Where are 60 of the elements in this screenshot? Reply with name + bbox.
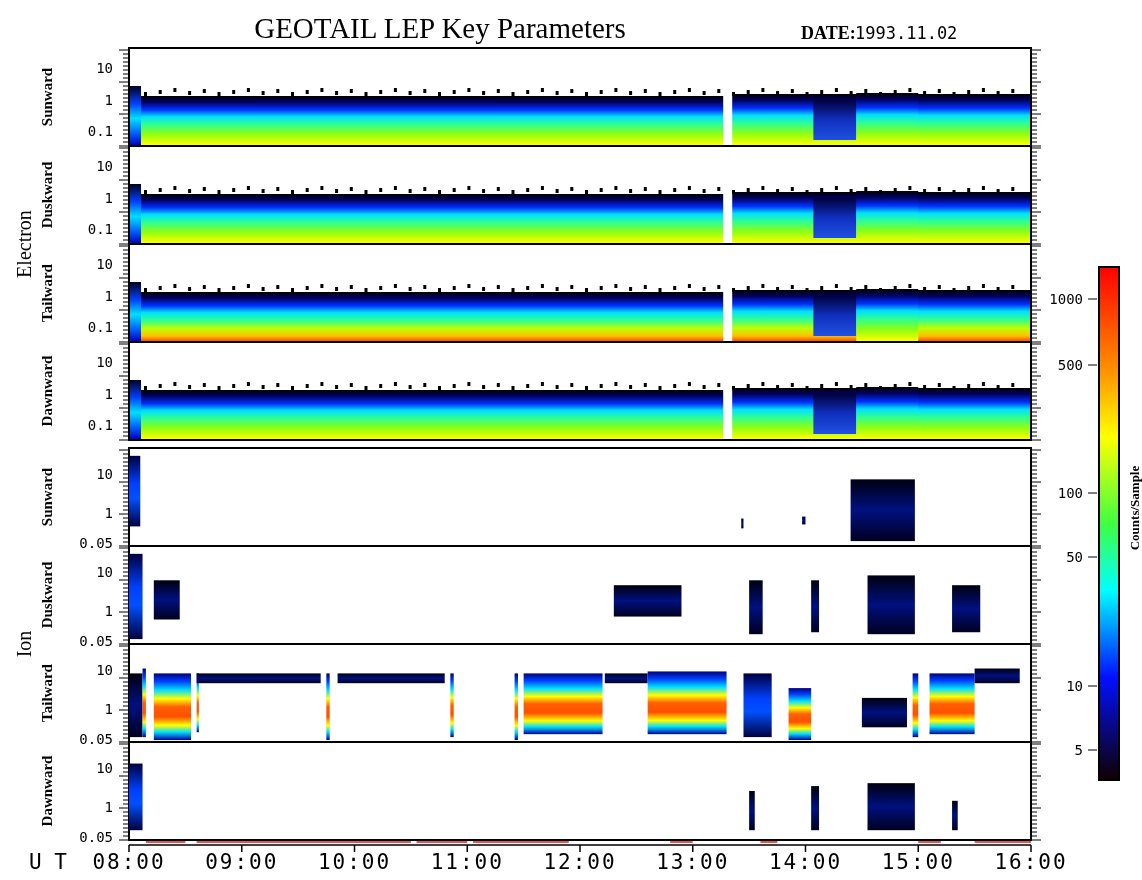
y-tick-label: 0.1	[87, 417, 113, 433]
x-tick-label: 12:00	[543, 850, 617, 874]
y-tick-label: 1	[104, 92, 113, 108]
colorbar-tick-label: 100	[1057, 485, 1083, 501]
colorbar-tick-label: 5	[1074, 742, 1083, 758]
panel-label: Dawnward	[39, 355, 55, 427]
date-value: 1993.11.02	[855, 23, 958, 43]
panel-label: Sunward	[39, 467, 55, 527]
y-tick-label: 0.1	[87, 319, 113, 335]
y-tick-label: 1	[104, 190, 113, 206]
y-tick-label: 10	[96, 466, 113, 482]
panel-label: Tailward	[39, 264, 55, 322]
colorbar-tick	[1087, 364, 1098, 366]
y-tick-label: 1	[104, 288, 113, 304]
y-tick-label: 10	[96, 60, 113, 76]
colorbar-tick	[1087, 492, 1098, 494]
y-tick-label: 10	[96, 256, 113, 272]
y-tick-label: 1	[104, 386, 113, 402]
group-label: Ion	[13, 630, 35, 658]
y-tick-label: 0.05	[79, 731, 113, 747]
x-tick-label: 09:00	[205, 850, 279, 874]
colorbar-tick-label: 10	[1066, 678, 1083, 694]
chart-title: GEOTAIL LEP Key Parameters	[254, 12, 626, 44]
x-tick-label: 13:00	[656, 850, 730, 874]
panel-label: Tailward	[39, 664, 55, 722]
y-tick-label: 1	[104, 603, 113, 619]
x-tick-label: 11:00	[430, 850, 504, 874]
colorbar-tick-label: 50	[1066, 549, 1083, 565]
x-tick-label: 16:00	[994, 850, 1068, 874]
colorbar-tick	[1087, 749, 1098, 751]
panel-label: Duskward	[39, 161, 55, 229]
y-tick-label: 0.1	[87, 123, 113, 139]
colorbar-tick	[1087, 298, 1098, 300]
group-label: Electron	[13, 210, 35, 278]
y-tick-label: 10	[96, 760, 113, 776]
y-tick-label: 1	[104, 701, 113, 717]
colorbar-tick	[1087, 556, 1098, 558]
y-tick-label: 10	[96, 354, 113, 370]
colorbar-tick	[1087, 685, 1098, 687]
panel-label: Sunward	[39, 67, 55, 127]
x-axis-label: U T	[29, 850, 67, 874]
y-tick-label: 0.05	[79, 535, 113, 551]
panel-label: Duskward	[39, 561, 55, 629]
y-tick-label: 0.1	[87, 221, 113, 237]
y-tick-label: 1	[104, 505, 113, 521]
colorbar-tick-label: 500	[1057, 357, 1083, 373]
y-tick-label: 0.05	[79, 633, 113, 649]
y-tick-label: 10	[96, 662, 113, 678]
y-tick-label: 10	[96, 564, 113, 580]
y-tick-label: 10	[96, 158, 113, 174]
x-tick-label: 15:00	[881, 850, 955, 874]
y-tick-label: 1	[104, 799, 113, 815]
x-tick-label: 14:00	[768, 850, 843, 874]
panel-label: Dawnward	[39, 755, 55, 827]
x-tick-label: 08:00	[92, 850, 166, 874]
date-label: DATE:	[801, 23, 856, 43]
colorbar-label: Counts/Sample	[1127, 465, 1142, 551]
y-tick-label: 0.05	[79, 829, 113, 845]
colorbar-tick-label: 1000	[1049, 291, 1083, 307]
x-tick-label: 10:00	[317, 850, 392, 874]
